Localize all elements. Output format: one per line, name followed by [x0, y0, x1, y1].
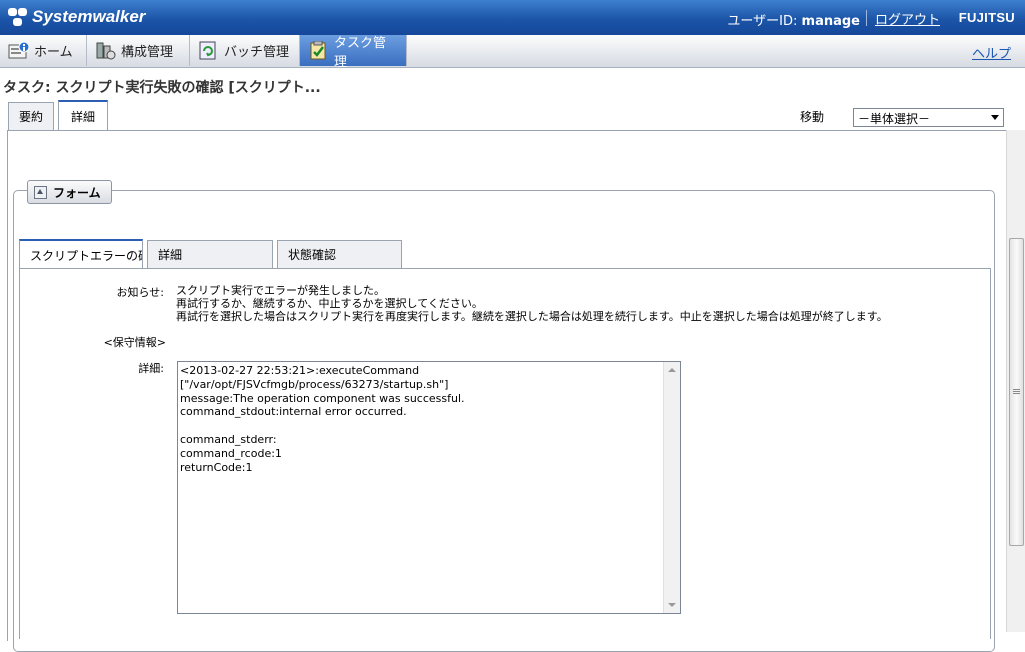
tab-form-detail[interactable]: 詳細 [147, 240, 273, 268]
move-label: 移動 [800, 110, 825, 124]
tab-summary[interactable]: 要約 [8, 102, 54, 130]
scroll-down-icon[interactable] [668, 603, 676, 607]
top-banner: Systemwalker ユーザーID: manage ログアウト FUJITS… [0, 0, 1025, 35]
grip-icon [1013, 389, 1020, 390]
batch-icon [198, 41, 218, 61]
header-separator [866, 10, 867, 26]
nav-tab-batch[interactable]: バッチ管理 [190, 35, 300, 66]
form-legend-label: フォーム [53, 185, 101, 200]
brand-logo: Systemwalker [8, 7, 145, 27]
nav-tab-task[interactable]: タスク管理 [300, 35, 407, 70]
chevron-down-icon [991, 115, 999, 120]
fujitsu-logo: FUJITSU [958, 10, 1015, 25]
configuration-icon [95, 41, 116, 61]
detail-label: 詳細: [138, 362, 164, 375]
scroll-up-icon[interactable] [668, 368, 676, 372]
nav-tab-label: バッチ管理 [224, 45, 290, 60]
help-link[interactable]: ヘルプ [972, 43, 1011, 62]
nav-tab-home[interactable]: ホーム [0, 35, 87, 66]
systemwalker-logo-icon [8, 8, 28, 26]
detail-textarea[interactable]: <2013-02-27 22:53:21>:executeCommand ["/… [177, 361, 681, 614]
page-title: タスク: スクリプト実行失敗の確認 [スクリプト... [3, 80, 321, 96]
notice-label: お知らせ: [116, 286, 165, 299]
maintenance-info-label: <保守情報> [103, 336, 166, 349]
user-id-label: ユーザーID: [727, 14, 802, 29]
user-id-value: manage [801, 14, 860, 29]
nav-tab-label: ホーム [34, 45, 73, 60]
logout-link[interactable]: ログアウト [875, 9, 940, 28]
user-info: ユーザーID: manage [727, 10, 860, 29]
move-select[interactable]: －単体選択－ [853, 108, 1004, 127]
notice-text: スクリプト実行でエラーが発生しました。 再試行するか、継続するか、中止するかを選… [176, 284, 888, 323]
nav-tab-configuration[interactable]: 構成管理 [87, 35, 190, 66]
notice-line: 再試行を選択した場合はスクリプト実行を再度実行します。継続を選択した場合は処理を… [176, 310, 888, 323]
tab-status-check[interactable]: 状態確認 [277, 240, 402, 268]
home-icon [8, 41, 30, 61]
main-nav: ホーム 構成管理 バッチ管理 タスク管理 ヘルプ [0, 35, 1025, 70]
page-scrollbar[interactable] [1006, 130, 1025, 632]
task-icon [308, 40, 328, 61]
notice-line: スクリプト実行でエラーが発生しました。 [176, 284, 385, 297]
notice-line: 再試行するか、継続するか、中止するかを選択してください。 [176, 297, 483, 310]
brand-name: Systemwalker [32, 7, 146, 26]
scrollbar-thumb[interactable] [1009, 238, 1024, 546]
tab-script-error[interactable]: スクリプトエラーの確 [19, 239, 143, 269]
textarea-scrollbar[interactable] [663, 362, 680, 613]
move-select-value: －単体選択－ [858, 112, 931, 126]
detail-text: <2013-02-27 22:53:21>:executeCommand ["/… [180, 364, 465, 474]
nav-tab-label: 構成管理 [121, 45, 174, 60]
nav-tab-label: タスク管理 [334, 35, 387, 70]
collapse-icon [34, 185, 47, 199]
tab-detail[interactable]: 詳細 [58, 100, 108, 130]
form-collapse-button[interactable]: フォーム [27, 180, 112, 204]
